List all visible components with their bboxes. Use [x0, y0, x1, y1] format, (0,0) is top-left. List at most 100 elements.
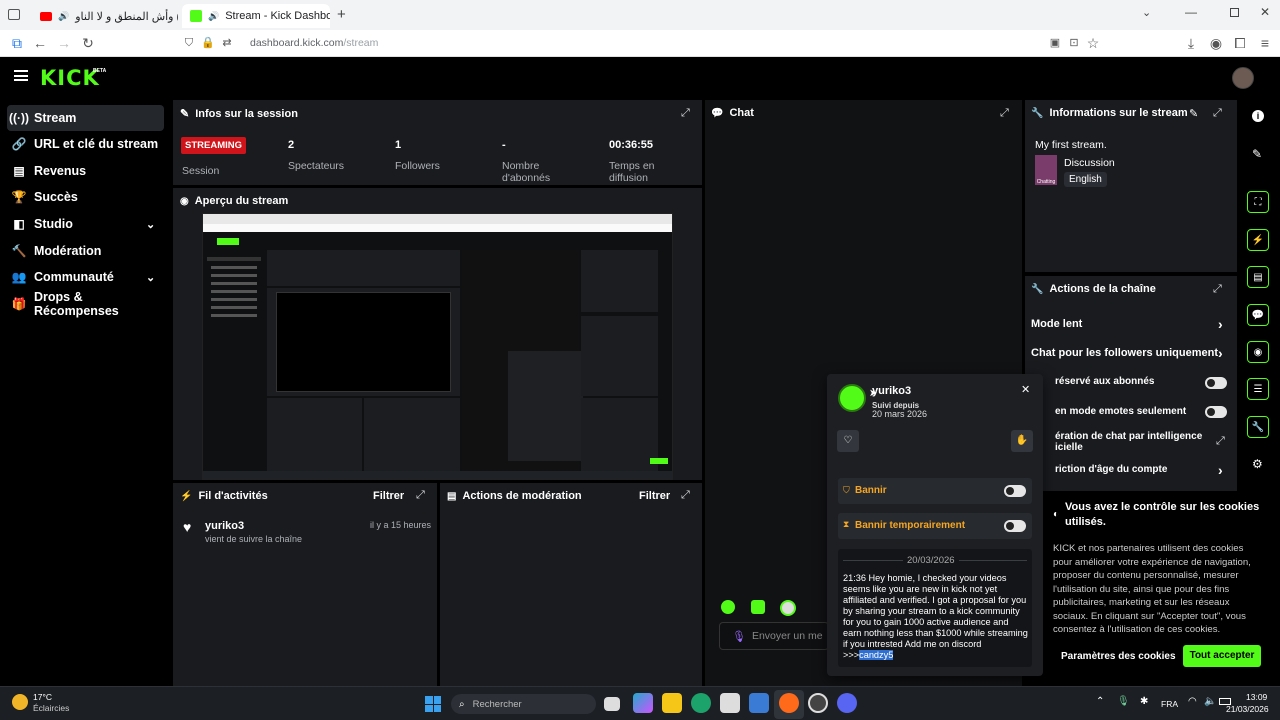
file-explorer-icon[interactable] [662, 693, 682, 713]
broadcast-rail-icon[interactable]: ◉ [1247, 341, 1269, 363]
minimize-icon[interactable]: — [1185, 5, 1197, 19]
category-label[interactable]: Discussion [1064, 157, 1115, 169]
maximize-icon[interactable] [1230, 8, 1239, 17]
firefox-icon[interactable] [779, 693, 799, 713]
wifi-icon[interactable]: ◠ [1188, 696, 1197, 707]
document-rail-icon[interactable]: ▤ [1247, 266, 1269, 288]
weather-icon[interactable] [12, 694, 28, 710]
discord-icon[interactable] [837, 693, 857, 713]
info-rail-icon[interactable]: i [1252, 110, 1264, 122]
stream-preview-video[interactable] [202, 213, 673, 480]
chat-input[interactable]: 🎙 Envoyer un me [719, 622, 829, 650]
bookmark-star-icon[interactable]: ☆ [1084, 34, 1102, 52]
windows-start-icon[interactable] [425, 696, 441, 712]
pencil-rail-icon[interactable]: ✎ [1252, 147, 1262, 161]
window-icon[interactable]: ⧉ [8, 34, 26, 52]
download-icon[interactable]: ⤓ [1182, 34, 1200, 52]
microphone-icon[interactable]: 🎙 [732, 630, 746, 643]
expand-icon[interactable]: ⤢ [681, 489, 690, 502]
filter-button[interactable]: Filtrer [639, 490, 670, 502]
expand-icon[interactable]: ⤢ [416, 489, 425, 502]
permissions-icon[interactable]: ⇄ [218, 34, 236, 52]
tray-chevron-icon[interactable]: ⌃ [1096, 696, 1104, 707]
taskbar-search[interactable]: ⌕ Rechercher [451, 694, 596, 714]
screen-rail-icon[interactable]: ⛶ [1247, 191, 1269, 213]
browser-tab-youtube[interactable]: 🔊 (438) وأش المنطق و لا الناو ✕ [32, 4, 178, 28]
emote-icon[interactable] [721, 600, 735, 614]
sidebar-item-community[interactable]: 👥 Communauté ⌄ [0, 264, 170, 290]
external-link-icon[interactable]: ⤢ [1216, 435, 1225, 448]
list-rail-icon[interactable]: ☰ [1247, 378, 1269, 400]
edge-icon[interactable] [691, 693, 711, 713]
address-bar[interactable]: dashboard.kick.com/stream [250, 37, 378, 49]
close-icon[interactable]: ✕ [1021, 383, 1030, 396]
store-icon[interactable] [720, 693, 740, 713]
sidebar-item-revenue[interactable]: ▤ Revenus [0, 158, 170, 184]
sidebar-item-studio[interactable]: ◧ Studio ⌄ [0, 211, 170, 237]
language-indicator[interactable]: FRA [1161, 699, 1178, 709]
accept-all-button[interactable]: Tout accepter [1183, 645, 1261, 667]
wrench-rail-icon[interactable]: 🔧 [1247, 416, 1269, 438]
sidebar-item-achievements[interactable]: 🏆 Succès [0, 184, 170, 210]
emote-icon[interactable] [780, 600, 796, 616]
clock-time[interactable]: 13:09 [1246, 692, 1267, 702]
back-icon[interactable]: ← [31, 34, 49, 52]
follow-heart-button[interactable]: ♡ [837, 430, 859, 452]
sidebar-item-url-key[interactable]: 🔗 URL et clé du stream [0, 131, 170, 157]
expand-icon[interactable]: ⤢ [1000, 107, 1009, 120]
sidebar-item-stream[interactable]: ((·)) Stream [7, 105, 164, 131]
new-tab-button[interactable]: + [337, 6, 346, 23]
tab-list-icon[interactable] [8, 9, 20, 20]
chevron-right-icon[interactable]: › [1218, 462, 1223, 478]
extensions-icon[interactable]: ⧠ [1231, 34, 1249, 52]
user-avatar[interactable] [1232, 67, 1254, 89]
task-view-icon[interactable] [604, 697, 620, 711]
hamburger-menu-icon[interactable] [14, 70, 28, 81]
account-icon[interactable]: ◉ [1207, 34, 1225, 52]
screenshot-icon[interactable]: ⊡ [1065, 34, 1083, 52]
shield-icon[interactable]: ⛉ [180, 34, 198, 52]
chevron-right-icon[interactable]: › [1218, 316, 1223, 332]
gear-rail-icon[interactable]: ⚙ [1252, 457, 1263, 471]
browser-tab-kick[interactable]: 🔊 Stream - Kick Dashboard ✕ [182, 4, 330, 28]
action-age-restriction[interactable]: riction d'âge du compte [1055, 464, 1167, 475]
action-slow-mode[interactable]: Mode lent [1031, 318, 1082, 330]
volume-icon[interactable]: 🔈 [1204, 696, 1216, 707]
expand-icon[interactable]: ⤢ [681, 107, 690, 120]
forward-icon[interactable]: → [55, 34, 73, 52]
chat-rail-icon[interactable]: 💬 [1247, 304, 1269, 326]
user-avatar[interactable] [838, 384, 866, 412]
sidebar-item-moderation[interactable]: 🔨 Modération [0, 238, 170, 264]
subscribers-only-toggle[interactable] [1205, 377, 1227, 389]
obs-icon[interactable] [808, 693, 828, 713]
filter-button[interactable]: Filtrer [373, 490, 404, 502]
action-ai-moderation[interactable]: ération de chat par intelligence icielle [1055, 431, 1202, 453]
copilot-icon[interactable] [633, 693, 653, 713]
kick-logo[interactable]: KICK [40, 66, 100, 90]
bluetooth-icon[interactable]: ✱ [1140, 696, 1148, 707]
emote-icon[interactable] [751, 600, 765, 614]
microphone-tray-icon[interactable]: 🎙 [1117, 696, 1130, 707]
ban-toggle[interactable] [1004, 485, 1026, 497]
emotes-only-toggle[interactable] [1205, 406, 1227, 418]
sidebar-item-drops[interactable]: 🎁 Drops & Récompenses [0, 290, 170, 318]
reader-icon[interactable]: ▣ [1046, 34, 1064, 52]
timeout-toggle[interactable] [1004, 520, 1026, 532]
chevron-right-icon[interactable]: › [1218, 345, 1223, 361]
clock-date[interactable]: 21/03/2026 [1226, 704, 1269, 714]
edit-icon[interactable]: ✎ [1189, 107, 1198, 120]
action-followers-only[interactable]: Chat pour les followers uniquement [1031, 347, 1218, 359]
reload-icon[interactable]: ↻ [79, 34, 97, 52]
cookie-settings-button[interactable]: Paramètres des cookies [1061, 651, 1176, 662]
mail-icon[interactable] [749, 693, 769, 713]
bolt-rail-icon[interactable]: ⚡ [1247, 229, 1269, 251]
user-card-username[interactable]: yuriko3 [872, 385, 911, 397]
expand-icon[interactable]: ⤢ [1213, 107, 1222, 120]
menu-icon[interactable]: ≡ [1256, 34, 1274, 52]
activity-user[interactable]: yuriko3 [205, 520, 244, 532]
ai-moderation-line2: icielle [1055, 442, 1083, 453]
close-window-icon[interactable]: ✕ [1260, 5, 1270, 19]
mod-hand-button[interactable]: ✋ [1011, 430, 1033, 452]
tabs-dropdown-icon[interactable]: ⌄ [1142, 6, 1151, 19]
expand-icon[interactable]: ⤢ [1213, 283, 1222, 296]
